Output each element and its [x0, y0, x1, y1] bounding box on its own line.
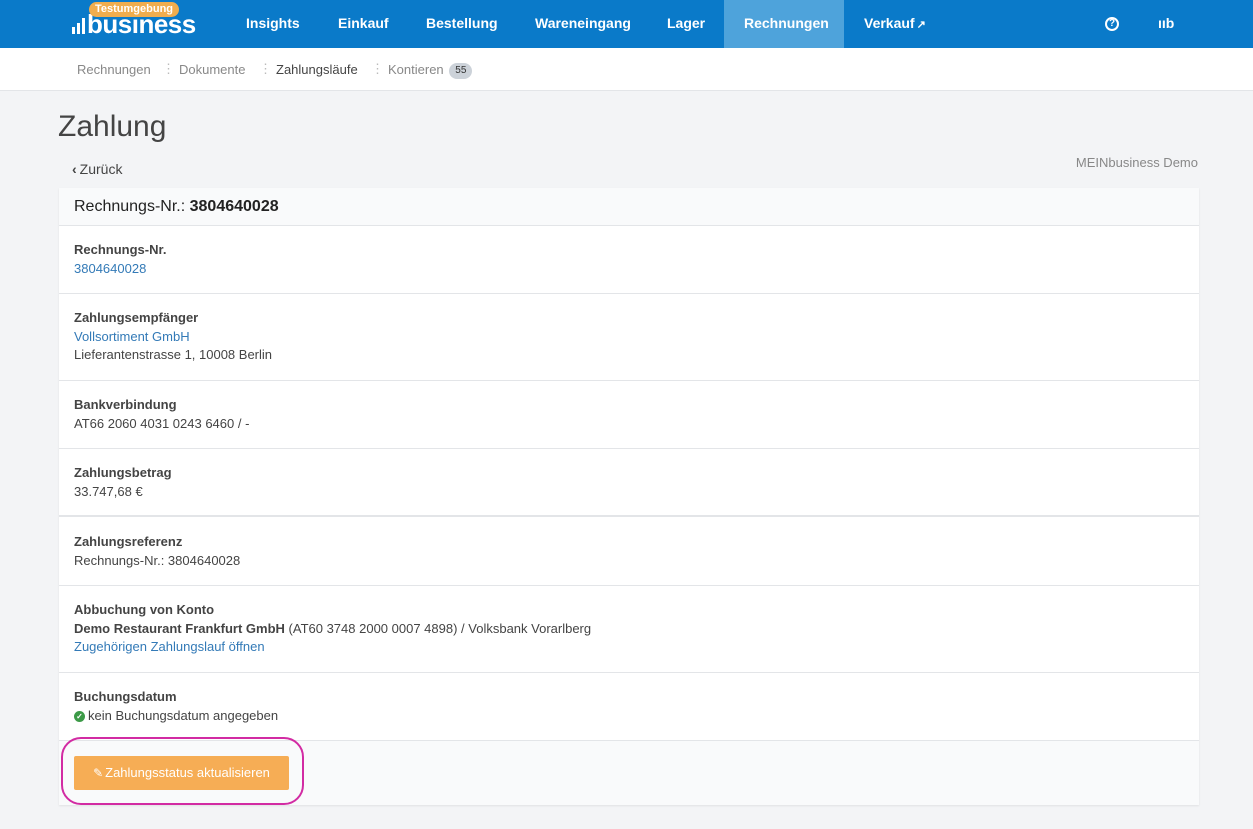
subnav-separator: ⋮ — [259, 61, 272, 76]
help-icon: ? — [1105, 17, 1119, 32]
kontieren-count-badge: 55 — [449, 62, 473, 79]
booking-text: kein Buchungsdatum angegeben — [88, 708, 279, 723]
section-amount: Zahlungsbetrag 33.747,68 € — [59, 449, 1199, 517]
user-menu-icon: ııb — [1158, 15, 1175, 31]
bank-value: AT66 2060 4031 0243 6460 / - — [74, 416, 250, 431]
invoice-number-link[interactable]: 3804640028 — [74, 261, 146, 276]
section-invoice-number: Rechnungs-Nr. 3804640028 — [59, 226, 1199, 294]
bank-label: Bankverbindung — [74, 397, 177, 412]
reference-label: Zahlungsreferenz — [74, 534, 183, 549]
booking-label: Buchungsdatum — [74, 689, 177, 704]
page-title: Zahlung — [58, 110, 167, 143]
back-link[interactable]: ‹ Zurück — [72, 161, 122, 177]
debit-account-name: Demo Restaurant Frankfurt GmbH — [74, 621, 285, 636]
debit-label: Abbuchung von Konto — [74, 602, 215, 617]
nav-lager[interactable]: Lager — [647, 0, 725, 48]
logo-bars-icon — [72, 18, 86, 34]
user-menu-button[interactable]: ııb — [1158, 0, 1174, 48]
subnav-rechnungen[interactable]: Rechnungen — [77, 48, 151, 91]
amount-value: 33.747,68 € — [74, 484, 143, 499]
company-name: MEINbusiness Demo — [1075, 155, 1198, 170]
invoice-number-label: Rechnungs-Nr. — [74, 242, 167, 257]
open-payment-run-link[interactable]: Zugehörigen Zahlungslauf öffnen — [74, 639, 265, 654]
update-payment-status-button[interactable]: ✎ Zahlungsstatus aktualisieren — [74, 756, 289, 790]
nav-insights[interactable]: Insights — [226, 0, 320, 48]
recipient-label: Zahlungsempfänger — [74, 310, 199, 325]
help-button[interactable]: ? — [1105, 0, 1119, 48]
section-debit: Abbuchung von Konto Demo Restaurant Fran… — [59, 586, 1199, 673]
nav-einkauf[interactable]: Einkauf — [318, 0, 409, 48]
debit-account: Demo Restaurant Frankfurt GmbH (AT60 374… — [74, 621, 591, 636]
nav-verkauf[interactable]: Verkauf ↗ — [844, 0, 946, 48]
top-navbar: business Testumgebung Insights Einkauf B… — [0, 0, 1253, 48]
recipient-name-link[interactable]: Vollsortiment GmbH — [74, 329, 190, 344]
subnav-kontieren[interactable]: Kontieren 55 — [388, 48, 473, 91]
card-header: Rechnungs-Nr.: 3804640028 — [59, 188, 1199, 226]
card-title: Rechnungs-Nr.: 3804640028 — [74, 198, 279, 216]
section-reference: Zahlungsreferenz Rechnungs-Nr.: 38046400… — [59, 517, 1199, 586]
back-label: Zurück — [79, 161, 123, 177]
update-payment-status-label: Zahlungsstatus aktualisieren — [105, 765, 270, 780]
subnav-separator: ⋮ — [162, 61, 175, 76]
reference-value: Rechnungs-Nr.: 3804640028 — [74, 553, 241, 568]
booking-value: ✓ kein Buchungsdatum angegeben — [74, 708, 278, 723]
nav-rechnungen[interactable]: Rechnungen — [724, 0, 844, 48]
card-title-number: 3804640028 — [189, 198, 279, 215]
nav-verkauf-label: Verkauf — [864, 15, 915, 31]
section-recipient: Zahlungsempfänger Vollsortiment GmbH Lie… — [59, 294, 1199, 381]
sub-navbar: Rechnungen ⋮ Dokumente ⋮ Zahlungsläufe ⋮… — [0, 48, 1253, 91]
payment-card: Rechnungs-Nr.: 3804640028 Rechnungs-Nr. … — [59, 188, 1199, 805]
external-link-icon: ↗ — [916, 19, 926, 31]
section-booking: Buchungsdatum ✓ kein Buchungsdatum angege… — [59, 673, 1199, 741]
check-circle-icon: ✓ — [74, 711, 85, 723]
section-bank: Bankverbindung AT66 2060 4031 0243 6460 … — [59, 381, 1199, 449]
amount-label: Zahlungsbetrag — [74, 465, 172, 480]
subnav-dokumente[interactable]: Dokumente — [179, 48, 245, 91]
pencil-icon: ✎ — [93, 766, 104, 780]
card-title-prefix: Rechnungs-Nr.: — [74, 198, 186, 215]
subnav-separator: ⋮ — [371, 61, 384, 76]
debit-account-details: (AT60 3748 2000 0007 4898) / Volksbank V… — [284, 621, 592, 636]
chevron-left-icon: ‹ — [72, 161, 77, 177]
nav-bestellung[interactable]: Bestellung — [406, 0, 518, 48]
card-footer: ✎ Zahlungsstatus aktualisieren — [59, 741, 1199, 805]
subnav-kontieren-label: Kontieren — [388, 62, 444, 77]
environment-badge: Testumgebung — [89, 2, 180, 17]
nav-wareneingang[interactable]: Wareneingang — [515, 0, 651, 48]
subnav-zahlungslaeufe[interactable]: Zahlungsläufe — [276, 48, 358, 91]
recipient-address: Lieferantenstrasse 1, 10008 Berlin — [74, 347, 273, 362]
